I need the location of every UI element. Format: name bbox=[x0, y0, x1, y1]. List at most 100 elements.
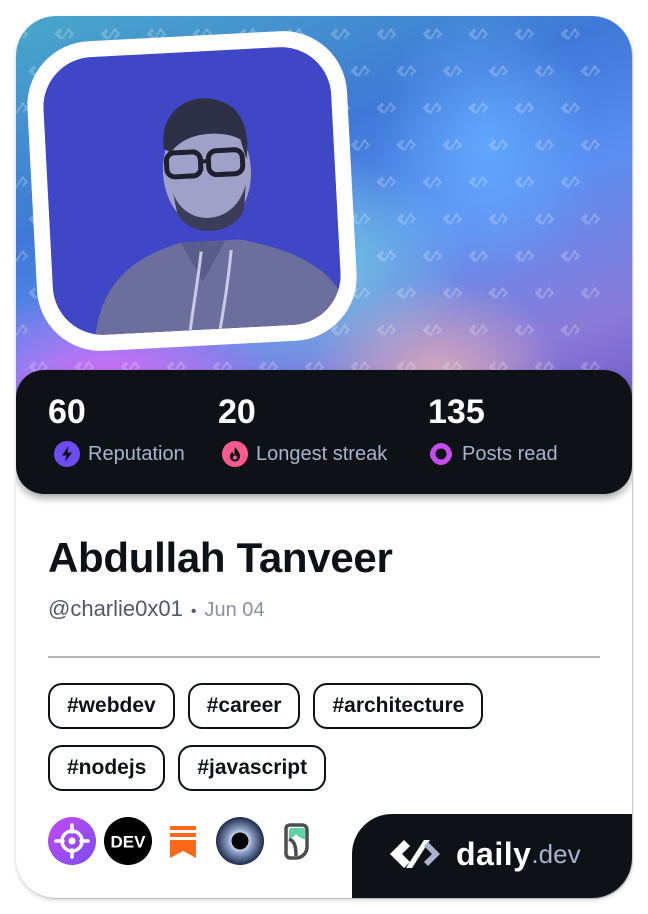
tag-chip[interactable]: #career bbox=[187, 683, 301, 729]
daily-dev-logo-icon bbox=[390, 840, 440, 868]
source-list: DEV bbox=[48, 817, 328, 865]
stats-bar: 60 Reputation 20 Longest streak 135 Post… bbox=[16, 370, 632, 494]
tag-chip[interactable]: #javascript bbox=[178, 745, 327, 791]
stat-value: 20 bbox=[218, 393, 256, 431]
profile-handle: @charlie0x01 bbox=[48, 596, 183, 621]
joined-date: Jun 04 bbox=[204, 599, 265, 621]
pattern-logo-icon bbox=[330, 28, 351, 40]
target-source-icon bbox=[48, 817, 96, 865]
stat-label: Reputation bbox=[88, 443, 185, 465]
pattern-logo-icon bbox=[422, 102, 443, 114]
pattern-logo-icon bbox=[422, 324, 443, 336]
flame-icon bbox=[222, 441, 248, 467]
pattern-logo-icon bbox=[396, 287, 417, 299]
pattern-logo-icon bbox=[100, 28, 121, 40]
tag-chip[interactable]: #architecture bbox=[313, 683, 484, 729]
stat-longest-streak: 20 Longest streak bbox=[218, 390, 387, 468]
pattern-logo-icon bbox=[376, 28, 397, 40]
pattern-logo-icon bbox=[468, 250, 489, 262]
pattern-logo-icon bbox=[534, 213, 555, 225]
brand-tld: .dev bbox=[531, 838, 581, 869]
source-hashnode[interactable] bbox=[272, 817, 320, 865]
profile-meta: @charlie0x01 • Jun 04 bbox=[48, 594, 265, 627]
pattern-logo-icon bbox=[488, 65, 509, 77]
pattern-logo-icon bbox=[442, 139, 463, 151]
pattern-logo-icon bbox=[16, 324, 29, 336]
brand-word: daily bbox=[456, 835, 532, 872]
tag-chip[interactable]: #nodejs bbox=[48, 745, 166, 791]
pattern-logo-icon bbox=[396, 213, 417, 225]
pattern-logo-icon bbox=[468, 176, 489, 188]
stat-value: 60 bbox=[48, 393, 86, 431]
stat-label: Posts read bbox=[462, 443, 558, 465]
pattern-logo-icon bbox=[514, 250, 535, 262]
pattern-logo-icon bbox=[442, 65, 463, 77]
avatar bbox=[40, 44, 344, 338]
pattern-logo-icon bbox=[16, 250, 29, 262]
pattern-logo-icon bbox=[514, 324, 535, 336]
stat-posts-read: 135 Posts read bbox=[428, 390, 558, 468]
pattern-logo-icon bbox=[580, 65, 601, 77]
pattern-logo-icon bbox=[468, 324, 489, 336]
brand-footer: daily .dev bbox=[352, 814, 632, 898]
tag-list: #webdev #career #architecture #nodejs #java… bbox=[48, 683, 608, 807]
dev-to-icon: DEV bbox=[104, 817, 152, 865]
pattern-logo-icon bbox=[376, 176, 397, 188]
divider bbox=[48, 656, 600, 658]
pattern-logo-icon bbox=[534, 287, 555, 299]
source-target[interactable] bbox=[48, 817, 96, 865]
pattern-logo-icon bbox=[422, 28, 443, 40]
source-substack[interactable] bbox=[160, 817, 208, 865]
pattern-logo-icon bbox=[580, 287, 601, 299]
pattern-logo-icon bbox=[16, 28, 29, 40]
dev-label: DEV bbox=[111, 833, 147, 852]
pattern-logo-icon bbox=[396, 65, 417, 77]
pattern-logo-icon bbox=[560, 28, 581, 40]
pattern-logo-icon bbox=[422, 176, 443, 188]
lightning-icon bbox=[54, 441, 80, 467]
pattern-logo-icon bbox=[16, 176, 29, 188]
pattern-logo-icon bbox=[560, 324, 581, 336]
source-eclipse[interactable] bbox=[216, 817, 264, 865]
pattern-logo-icon bbox=[514, 102, 535, 114]
pattern-logo-icon bbox=[350, 139, 371, 151]
tag-chip[interactable]: #webdev bbox=[48, 683, 175, 729]
pattern-logo-icon bbox=[488, 139, 509, 151]
hashnode-leaf-icon bbox=[284, 823, 309, 860]
profile-name: Abdullah Tanveer bbox=[48, 534, 393, 581]
pattern-logo-icon bbox=[376, 250, 397, 262]
pattern-logo-icon bbox=[514, 176, 535, 188]
separator-dot: • bbox=[190, 603, 197, 620]
source-dev-to[interactable]: DEV bbox=[104, 817, 152, 865]
pattern-logo-icon bbox=[442, 213, 463, 225]
pattern-logo-icon bbox=[560, 176, 581, 188]
pattern-logo-icon bbox=[54, 28, 75, 40]
stat-reputation: 60 Reputation bbox=[48, 390, 185, 468]
devcard: 60 Reputation 20 Longest streak 135 Post… bbox=[16, 16, 632, 898]
eclipse-icon bbox=[216, 817, 264, 865]
pattern-logo-icon bbox=[442, 287, 463, 299]
pattern-logo-icon bbox=[514, 28, 535, 40]
pattern-logo-icon bbox=[560, 102, 581, 114]
pattern-logo-icon bbox=[396, 139, 417, 151]
pattern-logo-icon bbox=[468, 28, 489, 40]
avatar-photo bbox=[40, 44, 344, 338]
pattern-logo-icon bbox=[534, 65, 555, 77]
pattern-logo-icon bbox=[350, 65, 371, 77]
pattern-logo-icon bbox=[488, 213, 509, 225]
eye-ring-icon bbox=[430, 443, 452, 465]
pattern-logo-icon bbox=[488, 287, 509, 299]
avatar-frame bbox=[24, 27, 360, 355]
stat-value: 135 bbox=[428, 393, 485, 431]
stat-label: Longest streak bbox=[256, 443, 388, 465]
pattern-logo-icon bbox=[468, 102, 489, 114]
pattern-logo-icon bbox=[534, 139, 555, 151]
pattern-logo-icon bbox=[422, 250, 443, 262]
pattern-logo-icon bbox=[376, 324, 397, 336]
pattern-logo-icon bbox=[560, 250, 581, 262]
substack-icon bbox=[170, 826, 196, 858]
daily-dev-logo[interactable]: daily .dev bbox=[384, 834, 581, 874]
pattern-logo-icon bbox=[580, 213, 601, 225]
pattern-logo-icon bbox=[376, 102, 397, 114]
pattern-logo-icon bbox=[580, 139, 601, 151]
